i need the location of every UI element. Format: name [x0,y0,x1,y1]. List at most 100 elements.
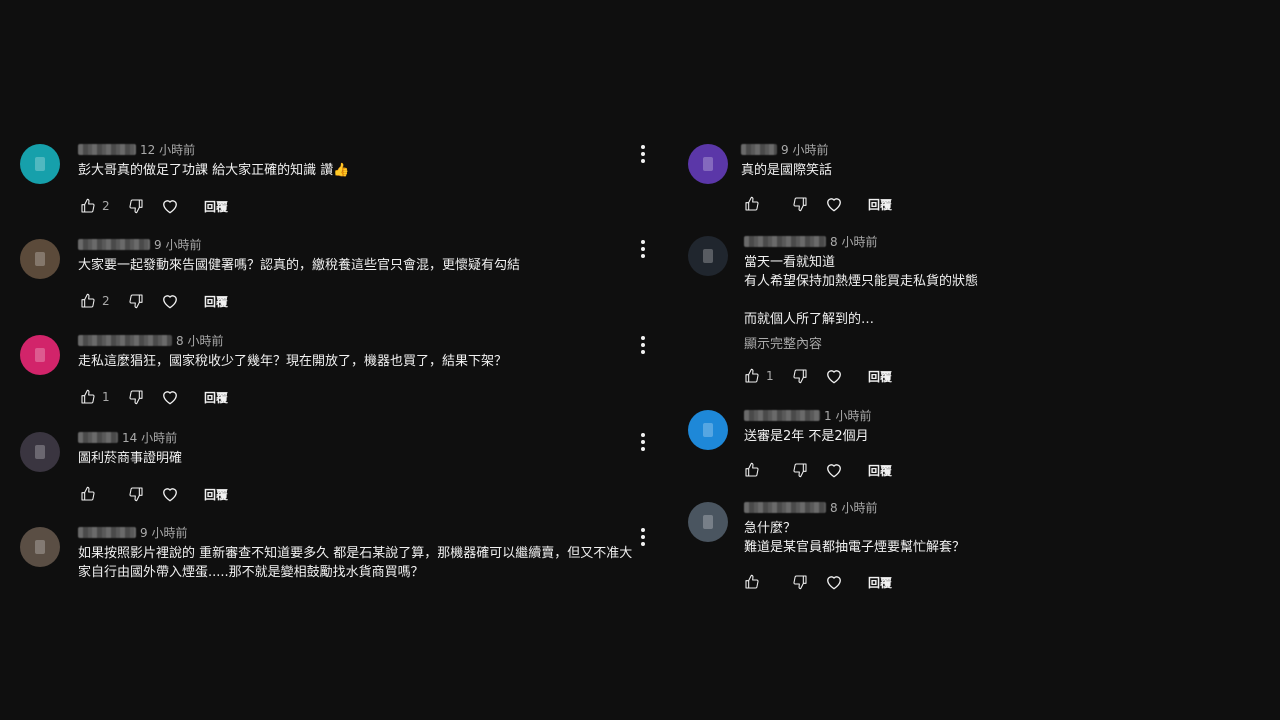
avatar[interactable] [20,144,60,184]
heart-icon [827,370,841,384]
dislike-button[interactable] [124,289,148,313]
reply-button[interactable]: 回覆 [868,574,892,591]
reply-button[interactable]: 回覆 [204,486,228,503]
avatar[interactable] [688,502,728,542]
like-button[interactable] [740,458,764,482]
dislike-button[interactable] [788,192,812,216]
avatar[interactable] [20,335,60,375]
reply-button[interactable]: 回覆 [868,368,892,385]
dislike-button[interactable] [124,194,148,218]
comment-actions: 2 回覆 [76,289,228,313]
avatar[interactable] [688,236,728,276]
like-button[interactable] [76,194,100,218]
more-actions-icon[interactable] [633,237,653,261]
dislike-button[interactable] [788,458,812,482]
more-actions-icon[interactable] [633,142,653,166]
heart-button[interactable] [822,192,846,216]
like-count: 1 [766,369,774,383]
avatar[interactable] [20,239,60,279]
comment-actions: 回覆 [740,458,892,482]
thumbs-up-icon [745,368,759,383]
heart-button[interactable] [822,458,846,482]
timestamp[interactable]: 12 小時前 [140,141,195,158]
dislike-button[interactable] [124,385,148,409]
heart-button[interactable] [158,482,182,506]
heart-icon [163,488,177,502]
more-actions-icon[interactable] [633,430,653,454]
thumbs-down-icon [793,463,807,478]
heart-icon [163,391,177,405]
like-button[interactable] [76,482,100,506]
heart-button[interactable] [158,385,182,409]
heart-button[interactable] [822,364,846,388]
avatar[interactable] [20,432,60,472]
thumbs-down-icon [129,390,143,405]
comment-actions: 回覆 [740,192,892,216]
author-name[interactable] [78,431,118,443]
comment-text: 彭大哥真的做足了功課 給大家正確的知識 讚👍 [78,163,350,178]
like-button[interactable] [76,289,100,313]
thumbs-up-icon [745,574,759,589]
dislike-button[interactable] [788,570,812,594]
thumbs-down-icon [793,197,807,212]
comment-actions: 1 回覆 [740,364,892,388]
heart-icon [163,200,177,214]
author-name[interactable] [744,409,820,421]
show-more-link[interactable]: 顯示完整內容 [744,333,1248,352]
comment-text: 當天一看就知道 有人希望保持加熱煙只能買走私貨的狀態 而就個人所了解到的… [744,255,979,327]
like-button[interactable] [740,570,764,594]
thumbs-down-icon [793,575,807,590]
avatar[interactable] [688,410,728,450]
author-name[interactable] [741,143,777,155]
author-name[interactable] [744,501,826,513]
thumbs-down-icon [129,294,143,309]
timestamp[interactable]: 1 小時前 [824,407,871,424]
timestamp[interactable]: 8 小時前 [830,233,877,250]
like-button[interactable] [76,385,100,409]
comment-actions: 回覆 [740,570,892,594]
author-name[interactable] [744,235,826,247]
avatar[interactable] [20,527,60,567]
timestamp[interactable]: 9 小時前 [140,524,187,541]
timestamp[interactable]: 8 小時前 [176,332,223,349]
timestamp[interactable]: 14 小時前 [122,429,177,446]
author-name[interactable] [78,526,136,538]
reply-button[interactable]: 回覆 [204,293,228,310]
timestamp[interactable]: 9 小時前 [781,141,828,158]
reply-button[interactable]: 回覆 [868,462,892,479]
comment-actions: 2 回覆 [76,194,228,218]
heart-button[interactable] [158,194,182,218]
comment-text: 走私這麼猖狂，國家稅收少了幾年？現在開放了，機器也買了，結果下架？ [78,354,508,369]
timestamp[interactable]: 9 小時前 [154,236,201,253]
comment-text: 送審是2年 不是2個月 [744,429,869,444]
like-button[interactable] [740,192,764,216]
thumbs-up-icon [81,486,95,501]
comment-text: 大家要一起發動來告國健署嗎？認真的，繳稅養這些官只會混，更懷疑有勾結 [78,258,521,273]
more-actions-icon[interactable] [633,525,653,549]
like-button[interactable] [740,364,764,388]
heart-button[interactable] [158,289,182,313]
author-name[interactable] [78,238,150,250]
thumbs-down-icon [129,487,143,502]
comment-actions: 1 回覆 [76,385,228,409]
thumbs-up-icon [81,293,95,308]
dislike-button[interactable] [788,364,812,388]
heart-button[interactable] [822,570,846,594]
like-count: 2 [102,294,110,308]
like-count: 1 [102,390,110,404]
comment-text: 如果按照影片裡說的 重新審查不知道要多久 都是石某說了算，那機器確可以繼續賣，但… [78,546,633,580]
reply-button[interactable]: 回覆 [204,198,228,215]
comment-text: 真的是國際笑話 [741,163,833,178]
dislike-button[interactable] [124,482,148,506]
comment-text: 圖利菸商事證明確 [78,451,183,466]
author-name[interactable] [78,334,172,346]
avatar[interactable] [688,144,728,184]
reply-button[interactable]: 回覆 [204,389,228,406]
timestamp[interactable]: 8 小時前 [830,499,877,516]
heart-icon [163,295,177,309]
more-actions-icon[interactable] [633,333,653,357]
author-name[interactable] [78,143,136,155]
thumbs-down-icon [129,199,143,214]
reply-button[interactable]: 回覆 [868,196,892,213]
thumbs-up-icon [745,196,759,211]
